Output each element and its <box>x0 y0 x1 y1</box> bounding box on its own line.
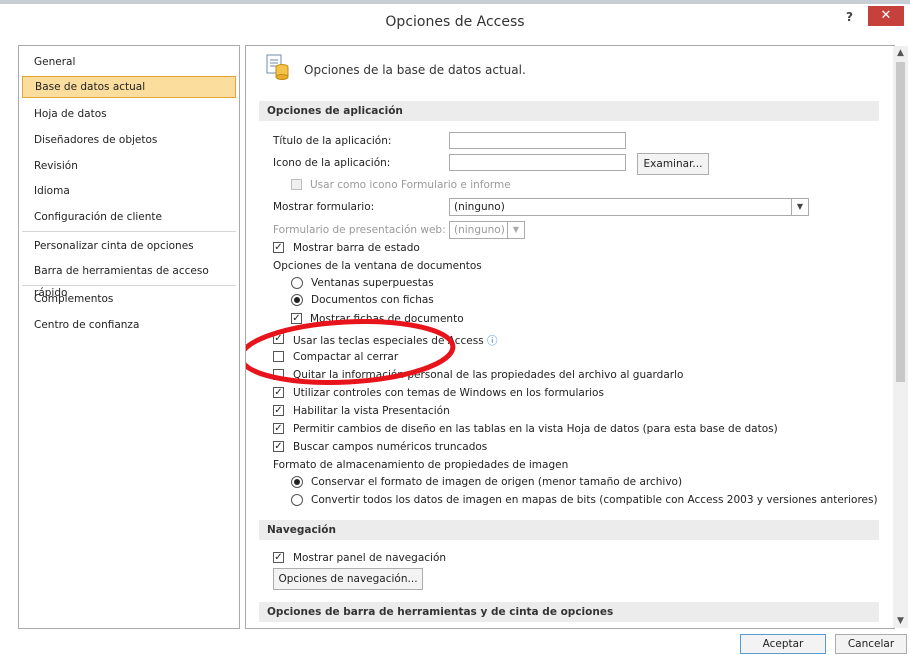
scroll-thumb[interactable] <box>896 62 905 382</box>
convert-bitmap-label: Convertir todos los datos de imagen en m… <box>311 494 878 506</box>
app-icon-input[interactable] <box>449 154 626 171</box>
browse-button[interactable]: Examinar... <box>637 153 709 175</box>
overlapping-windows-label: Ventanas superpuestas <box>311 277 434 289</box>
nav-item-trust-center[interactable]: Centro de confianza <box>22 314 236 336</box>
chevron-down-icon: ▼ <box>507 222 524 238</box>
doc-window-options-label: Opciones de la ventana de documentos <box>273 260 482 272</box>
chevron-down-icon: ▼ <box>791 199 808 215</box>
app-title-input[interactable] <box>449 132 626 149</box>
show-nav-pane-label: Mostrar panel de navegación <box>293 552 447 564</box>
navigation-options-button[interactable]: Opciones de navegación... <box>273 568 423 590</box>
options-panel: Opciones de la base de datos actual. Opc… <box>245 45 895 629</box>
vertical-scrollbar[interactable]: ▲ ▼ <box>893 46 908 628</box>
section-header-ribbon-toolbar: Opciones de barra de herramientas y de c… <box>259 602 879 622</box>
nav-item-object-designers[interactable]: Diseñadores de objetos <box>22 129 236 151</box>
title-bar: Opciones de Access ? ✕ <box>0 0 910 36</box>
show-form-select[interactable]: (ninguno) ▼ <box>449 198 809 216</box>
nav-item-add-ins[interactable]: Complementos <box>22 288 236 310</box>
tabbed-documents-radio[interactable] <box>291 294 303 306</box>
image-format-label: Formato de almacenamiento de propiedades… <box>273 459 569 471</box>
nav-item-current-database[interactable]: Base de datos actual <box>22 76 236 98</box>
nav-item-datasheet[interactable]: Hoja de datos <box>22 103 236 125</box>
close-button[interactable]: ✕ <box>868 6 904 26</box>
nav-item-language[interactable]: Idioma <box>22 180 236 202</box>
truncated-fields-label: Buscar campos numéricos truncados <box>293 441 488 453</box>
show-form-value: (ninguno) <box>454 201 505 213</box>
overlapping-windows-radio[interactable] <box>291 277 303 289</box>
web-form-select: (ninguno) ▼ <box>449 221 525 239</box>
truncated-fields-checkbox[interactable]: ✓ <box>273 441 284 452</box>
layout-view-label: Habilitar la vista Presentación <box>293 405 450 417</box>
cancel-button[interactable]: Cancelar <box>835 634 907 654</box>
convert-bitmap-radio[interactable] <box>291 494 303 506</box>
nav-item-general[interactable]: General <box>22 51 236 73</box>
use-as-form-icon-checkbox <box>291 179 302 190</box>
nav-item-customize-ribbon[interactable]: Personalizar cinta de opciones <box>22 235 236 257</box>
use-as-form-icon-label: Usar como icono Formulario e informe <box>310 179 511 191</box>
nav-separator <box>22 285 236 286</box>
status-bar-label: Mostrar barra de estado <box>293 242 420 254</box>
red-circle-annotation <box>246 319 456 385</box>
show-form-label: Mostrar formulario: <box>273 201 375 213</box>
keep-source-format-label: Conservar el formato de imagen de origen… <box>311 476 683 488</box>
category-list: General Base de datos actual Hoja de dat… <box>18 45 240 629</box>
layout-view-checkbox[interactable]: ✓ <box>273 405 284 416</box>
help-button[interactable]: ? <box>846 10 853 24</box>
keep-source-format-radio[interactable] <box>291 476 303 488</box>
tabbed-documents-label: Documentos con fichas <box>311 294 434 306</box>
web-form-label: Formulario de presentación web: <box>273 224 446 236</box>
window-title: Opciones de Access <box>385 14 525 30</box>
nav-item-client-settings[interactable]: Configuración de cliente <box>22 206 236 228</box>
design-changes-label: Permitir cambios de diseño en las tablas… <box>293 423 778 435</box>
nav-separator <box>22 231 236 232</box>
scroll-up-icon[interactable]: ▲ <box>893 46 908 60</box>
design-changes-checkbox[interactable]: ✓ <box>273 423 284 434</box>
info-icon: ⓘ <box>487 335 498 347</box>
page-title: Opciones de la base de datos actual. <box>304 63 526 77</box>
app-title-label: Título de la aplicación: <box>273 135 392 147</box>
nav-item-quick-access-toolbar[interactable]: Barra de herramientas de acceso rápido <box>22 260 236 299</box>
show-nav-pane-checkbox[interactable]: ✓ <box>273 552 284 563</box>
database-options-icon <box>266 54 289 80</box>
scroll-down-icon[interactable]: ▼ <box>893 614 908 628</box>
section-header-app-options: Opciones de aplicación <box>259 101 879 121</box>
web-form-value: (ninguno) <box>454 224 505 236</box>
ok-button[interactable]: Aceptar <box>740 634 826 654</box>
status-bar-checkbox[interactable]: ✓ <box>273 242 284 253</box>
nav-item-proofing[interactable]: Revisión <box>22 155 236 177</box>
app-icon-label: Icono de la aplicación: <box>273 157 391 169</box>
section-header-navigation: Navegación <box>259 520 879 540</box>
